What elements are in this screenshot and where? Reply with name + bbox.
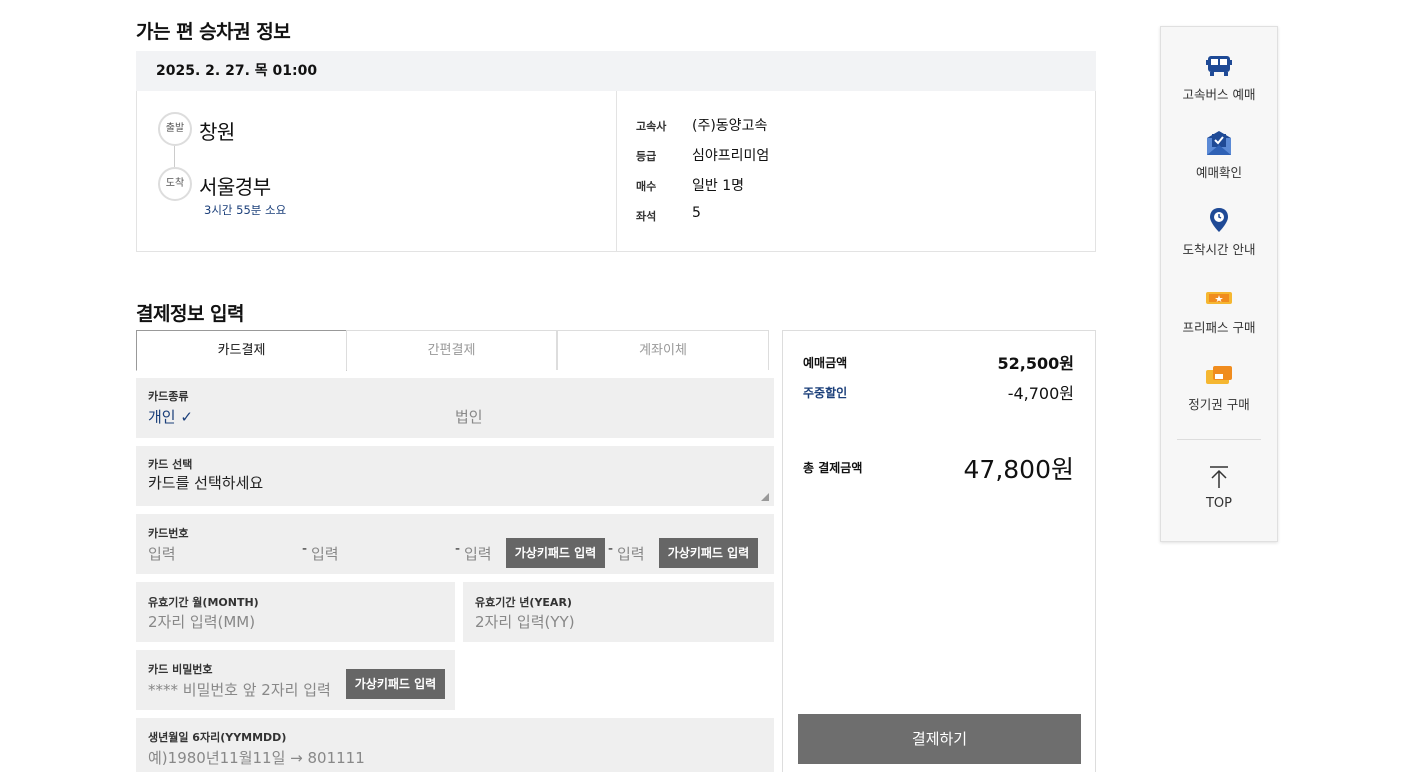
info-label: 등급	[636, 150, 657, 163]
info-label: 매수	[636, 180, 657, 193]
reservation-amount-value: 52,500원	[997, 354, 1074, 373]
departure-tag: 출발	[158, 112, 192, 146]
card-type-personal-option[interactable]: 개인 ✓	[148, 406, 193, 427]
expiry-month-input[interactable]: 2자리 입력(MM)	[148, 611, 255, 632]
ticket-info-box: 출발 도착 창원 서울경부 3시간 55분 소요 고속사 (주)동양고속 등급 …	[136, 91, 1096, 252]
virtual-keypad-button-4[interactable]: 가상키패드 입력	[659, 538, 758, 568]
location-pin-icon	[1210, 208, 1228, 232]
total-amount-label: 총 결제금액	[803, 461, 863, 475]
scroll-top-button[interactable]: TOP	[1161, 464, 1277, 511]
expiry-year-input[interactable]: 2자리 입력(YY)	[475, 611, 575, 632]
expiry-month-label: 유효기간 월(MONTH)	[148, 596, 259, 609]
card-number-input-2[interactable]: 입력	[311, 543, 339, 564]
bus-icon	[1206, 56, 1232, 76]
tab-simple-payment[interactable]: 간편결제	[346, 330, 557, 370]
card-number-input-3[interactable]: 입력	[464, 543, 492, 564]
birthdate-input[interactable]: 예)1980년11월11일 → 801111	[148, 747, 365, 768]
personal-label: 개인	[148, 408, 176, 426]
card-number-field: 카드번호 입력 - 입력 - 입력 가상키패드 입력 - 입력 가상키패드 입력	[136, 514, 774, 574]
card-type-label: 카드종류	[148, 390, 189, 403]
route-panel: 출발 도착 창원 서울경부 3시간 55분 소요	[137, 91, 617, 251]
quick-item-label: 고속버스 예매	[1182, 87, 1256, 102]
separator: -	[302, 541, 308, 557]
card-number-label: 카드번호	[148, 527, 189, 540]
reservation-amount-label: 예매금액	[803, 356, 848, 370]
free-pass-ticket-icon	[1206, 292, 1232, 304]
resize-handle-icon	[761, 493, 769, 501]
card-password-label: 카드 비밀번호	[148, 663, 213, 676]
card-select-value: 카드를 선택하세요	[148, 474, 264, 492]
payment-method-tabs: 카드결제 간편결제 계좌이체	[136, 330, 769, 371]
card-password-input[interactable]: **** 비밀번호 앞 2자리 입력	[148, 679, 331, 700]
route-line	[174, 146, 175, 167]
expiry-year-field[interactable]: 유효기간 년(YEAR) 2자리 입력(YY)	[463, 582, 774, 642]
tab-card-payment[interactable]: 카드결제	[136, 330, 347, 371]
ticket-check-icon	[1207, 131, 1231, 155]
info-label: 좌석	[636, 210, 657, 223]
info-value: 일반 1명	[692, 178, 744, 194]
info-value: 5	[692, 205, 701, 221]
discount-label: 주중할인	[803, 386, 848, 400]
card-type-field: 카드종류 개인 ✓ 법인	[136, 378, 774, 438]
payment-summary-panel: 예매금액 52,500원 주중할인 -4,700원 총 결제금액 47,800원…	[782, 330, 1096, 772]
travel-duration: 3시간 55분 소요	[204, 203, 287, 217]
tab-bank-transfer[interactable]: 계좌이체	[557, 330, 769, 370]
quick-item-season-ticket[interactable]: 정기권 구매	[1161, 362, 1277, 413]
separator: -	[608, 541, 614, 557]
quick-item-reservation-check[interactable]: 예매확인	[1161, 130, 1277, 181]
card-number-input-1[interactable]: 입력	[148, 543, 176, 564]
arrow-up-icon	[1210, 466, 1228, 488]
card-select-label: 카드 선택	[148, 458, 193, 471]
card-number-input-4[interactable]: 입력	[617, 543, 645, 564]
separator: -	[455, 541, 461, 557]
card-type-corporate-option[interactable]: 법인	[455, 406, 483, 427]
quick-menu-divider	[1177, 439, 1261, 440]
top-label: TOP	[1205, 496, 1232, 511]
season-ticket-icon	[1206, 366, 1232, 384]
arrival-city: 서울경부	[199, 175, 271, 199]
quick-item-label: 예매확인	[1195, 165, 1242, 180]
info-value: (주)동양고속	[692, 118, 768, 134]
departure-city: 창원	[199, 120, 235, 144]
info-label: 고속사	[636, 120, 667, 133]
arrival-tag: 도착	[158, 167, 192, 201]
discount-value: -4,700원	[1007, 384, 1074, 403]
quick-item-label: 정기권 구매	[1188, 397, 1250, 412]
payment-section-title: 결제정보 입력	[136, 303, 245, 325]
expiry-month-field[interactable]: 유효기간 월(MONTH) 2자리 입력(MM)	[136, 582, 455, 642]
expiry-year-label: 유효기간 년(YEAR)	[475, 596, 572, 609]
quick-item-free-pass[interactable]: 프리패스 구매	[1161, 285, 1277, 336]
total-amount-value: 47,800원	[963, 455, 1074, 484]
quick-item-label: 도착시간 안내	[1182, 242, 1256, 257]
quick-item-label: 프리패스 구매	[1182, 320, 1256, 335]
virtual-keypad-button-password[interactable]: 가상키패드 입력	[346, 669, 445, 699]
info-value: 심야프리미엄	[692, 148, 770, 164]
card-select-field[interactable]: 카드 선택 카드를 선택하세요	[136, 446, 774, 506]
virtual-keypad-button-3[interactable]: 가상키패드 입력	[506, 538, 605, 568]
quick-menu: 고속버스 예매 예매확인 도착시간 안내 프리패스 구매 정기권 구매 TOP	[1160, 26, 1278, 542]
quick-item-bus-reservation[interactable]: 고속버스 예매	[1161, 52, 1277, 103]
quick-item-arrival-time[interactable]: 도착시간 안내	[1161, 207, 1277, 258]
check-icon: ✓	[180, 408, 193, 426]
ticket-section-title: 가는 편 승차권 정보	[136, 21, 291, 43]
birthdate-label: 생년월일 6자리(YYMMDD)	[148, 731, 287, 744]
birthdate-field[interactable]: 생년월일 6자리(YYMMDD) 예)1980년11월11일 → 801111	[136, 718, 774, 772]
card-password-field: 카드 비밀번호 **** 비밀번호 앞 2자리 입력 가상키패드 입력	[136, 650, 455, 710]
pay-button[interactable]: 결제하기	[798, 714, 1081, 764]
bus-info-panel: 고속사 (주)동양고속 등급 심야프리미엄 매수 일반 1명 좌석 5	[618, 91, 1096, 251]
departure-date: 2025. 2. 27. 목 01:00	[136, 51, 1096, 91]
